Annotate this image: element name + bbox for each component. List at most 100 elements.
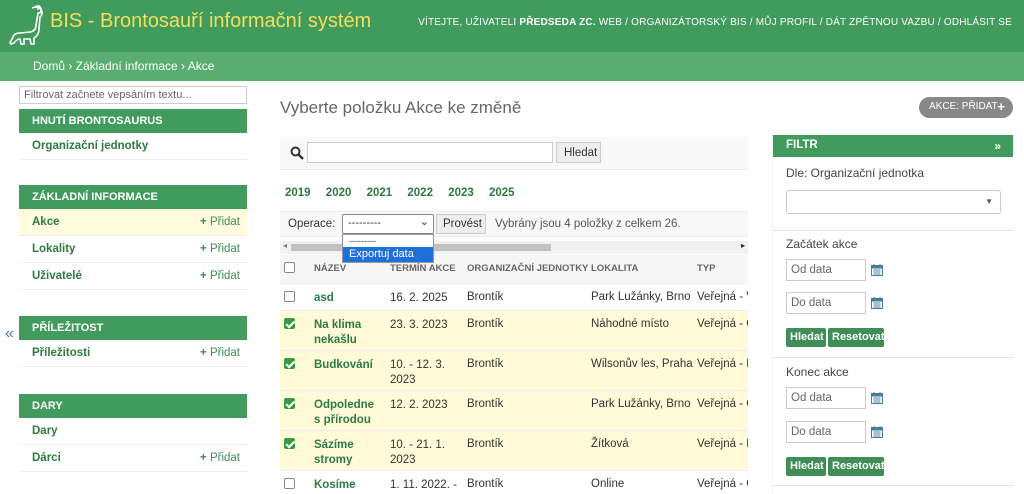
- event-location: Park Lužánky, Brno: [587, 283, 693, 311]
- event-type: Veřejná - V: [693, 283, 748, 311]
- add-darci-link[interactable]: + Přidat: [200, 452, 240, 464]
- filter-header[interactable]: FILTR»: [773, 135, 1013, 157]
- event-org: Brontík: [463, 390, 587, 431]
- calendar-icon[interactable]: [871, 426, 883, 438]
- selection-counter: Vybrány jsou 4 položky z celkem 26.: [495, 218, 681, 230]
- module-dary: DARY Dary Dárci + Přidat: [19, 394, 247, 472]
- sidebar-item-organizacni-jednotky[interactable]: Organizační jednotky: [19, 133, 247, 160]
- link-organizer-bis[interactable]: ORGANIZÁTORSKÝ BIS: [631, 17, 747, 28]
- sidebar-item-prilezitosti[interactable]: Příležitosti + Přidat: [19, 340, 247, 367]
- actions-select[interactable]: --------- ⌄: [342, 214, 434, 234]
- year-link[interactable]: 2021: [367, 187, 393, 199]
- divider: [773, 485, 1014, 486]
- link-web[interactable]: WEB: [599, 17, 622, 28]
- dropdown-option-export[interactable]: Exportuj data: [343, 247, 433, 262]
- module-header[interactable]: DARY: [19, 394, 247, 418]
- chevron-down-icon: ⌄: [419, 216, 429, 228]
- event-location: Žítková: [587, 430, 693, 471]
- dropdown-option-empty[interactable]: ---------: [343, 235, 433, 247]
- link-logout[interactable]: ODHLÁSIT SE: [944, 17, 1012, 28]
- date-hierarchy: 2019 2020 2021 2022 2023 2025: [285, 187, 527, 199]
- year-link[interactable]: 2025: [489, 187, 515, 199]
- link-feedback[interactable]: DÁT ZPĚTNOU VAZBU: [826, 17, 935, 28]
- header: BIS - Brontosauří informační systém VÍTE…: [0, 0, 1024, 52]
- year-link[interactable]: 2020: [326, 187, 352, 199]
- add-prilezitosti-link[interactable]: + Přidat: [200, 347, 240, 359]
- year-link[interactable]: 2023: [448, 187, 474, 199]
- event-name-link[interactable]: Budkování: [310, 350, 386, 391]
- add-akce-link[interactable]: + Přidat: [200, 216, 240, 228]
- filter-end-label: Konec akce: [786, 365, 849, 379]
- link-my-profile[interactable]: MŮJ PROFIL: [756, 17, 817, 28]
- year-link[interactable]: 2022: [407, 187, 433, 199]
- event-date: 16. 2. 2025: [386, 283, 463, 311]
- filter-search-button[interactable]: Hledat: [786, 328, 826, 347]
- sidebar: Filtrovat začnete vepsáním textu... HNUT…: [0, 81, 250, 494]
- event-name-link[interactable]: asd: [310, 283, 386, 311]
- event-name-link[interactable]: Na klima nekašlu: [310, 310, 386, 351]
- search-button[interactable]: Hledat: [556, 142, 601, 163]
- row-checkbox[interactable]: [280, 390, 310, 431]
- start-from-date-input[interactable]: Od data: [786, 259, 866, 281]
- row-checkbox[interactable]: [280, 350, 310, 391]
- column-header[interactable]: TYP: [693, 255, 748, 284]
- module-header[interactable]: ZÁKLADNÍ INFORMACE: [19, 185, 247, 209]
- calendar-icon[interactable]: [871, 392, 883, 404]
- actions-label: Operace:: [288, 218, 336, 230]
- year-link[interactable]: 2019: [285, 187, 311, 199]
- add-akce-button[interactable]: AKCE: PŘIDAT +: [919, 97, 1013, 118]
- row-checkbox[interactable]: [280, 430, 310, 471]
- search-input[interactable]: [307, 142, 553, 163]
- start-to-date-input[interactable]: Do data: [786, 292, 866, 314]
- filter-panel: FILTR» Dle: Organizační jednotka ▼ Začát…: [772, 135, 1014, 494]
- filter-reset-button[interactable]: Resetovat: [828, 328, 885, 347]
- event-date: 23. 3. 2023: [386, 310, 463, 351]
- filter-search-button[interactable]: Hledat: [786, 457, 826, 476]
- brontosaurus-logo-icon[interactable]: [8, 3, 48, 45]
- plus-icon: +: [200, 216, 207, 228]
- select-all-checkbox[interactable]: [280, 255, 310, 284]
- scroll-left-icon[interactable]: ◂: [283, 241, 287, 250]
- end-from-date-input[interactable]: Od data: [786, 387, 866, 409]
- calendar-icon[interactable]: [871, 297, 883, 309]
- event-date: 1. 11. 2022. -: [386, 470, 463, 494]
- sidebar-item-akce[interactable]: Akce + Přidat: [19, 209, 247, 236]
- sidebar-item-uzivatele[interactable]: Uživatelé + Přidat: [19, 263, 247, 290]
- module-header[interactable]: HNUTÍ BRONTOSAURUS: [19, 109, 247, 133]
- user-tools: VÍTEJTE, UŽIVATELI PŘEDSEDA ZC. WEB / OR…: [418, 17, 1012, 28]
- event-name-link[interactable]: Kosíme: [310, 470, 386, 494]
- add-uzivatele-link[interactable]: + Přidat: [200, 270, 240, 282]
- collapse-sidebar-button[interactable]: «: [5, 325, 14, 343]
- column-header[interactable]: ORGANIZAČNÍ JEDNOTKY: [463, 255, 588, 284]
- row-checkbox[interactable]: [280, 310, 310, 351]
- scroll-right-icon[interactable]: ▸: [741, 241, 745, 250]
- breadcrumb[interactable]: Domů › Základní informace › Akce: [0, 52, 1024, 81]
- row-checkbox[interactable]: [280, 470, 310, 494]
- calendar-icon[interactable]: [871, 264, 883, 276]
- sidebar-item-dary[interactable]: Dary: [19, 418, 247, 445]
- run-action-button[interactable]: Provést: [436, 214, 486, 234]
- filter-org-label: Dle: Organizační jednotka: [786, 166, 925, 180]
- sidebar-item-lokality[interactable]: Lokality + Přidat: [19, 236, 247, 263]
- add-lokality-link[interactable]: + Přidat: [200, 243, 240, 255]
- search-bar: Hledat: [280, 137, 748, 170]
- org-unit-select[interactable]: ▼: [786, 190, 1001, 214]
- plus-icon: +: [200, 452, 207, 464]
- end-to-date-input[interactable]: Do data: [786, 421, 866, 443]
- chevron-down-icon: ▼: [985, 197, 993, 206]
- table-row: Na klima nekašlu 23. 3. 2023 Brontík Náh…: [280, 310, 748, 351]
- table-row: Odpoledne s přírodou 12. 2. 2023 Brontík…: [280, 390, 748, 431]
- sidebar-filter-input[interactable]: Filtrovat začnete vepsáním textu...: [19, 86, 247, 104]
- site-title[interactable]: BIS - Brontosauří informační systém: [50, 10, 371, 33]
- filter-toggle-icon[interactable]: »: [994, 139, 1001, 153]
- filter-reset-button[interactable]: Resetovat: [828, 457, 885, 476]
- module-header[interactable]: PŘÍLEŽITOST: [19, 316, 247, 340]
- event-org: Brontík: [463, 283, 587, 311]
- column-header[interactable]: LOKALITA: [587, 255, 693, 284]
- sidebar-item-darci[interactable]: Dárci + Přidat: [19, 445, 247, 472]
- event-type: Veřejná - O: [693, 390, 748, 431]
- event-name-link[interactable]: Odpoledne s přírodou: [310, 390, 386, 431]
- row-checkbox[interactable]: [280, 283, 310, 311]
- plus-icon: +: [200, 270, 207, 282]
- event-name-link[interactable]: Sázíme stromy: [310, 430, 386, 471]
